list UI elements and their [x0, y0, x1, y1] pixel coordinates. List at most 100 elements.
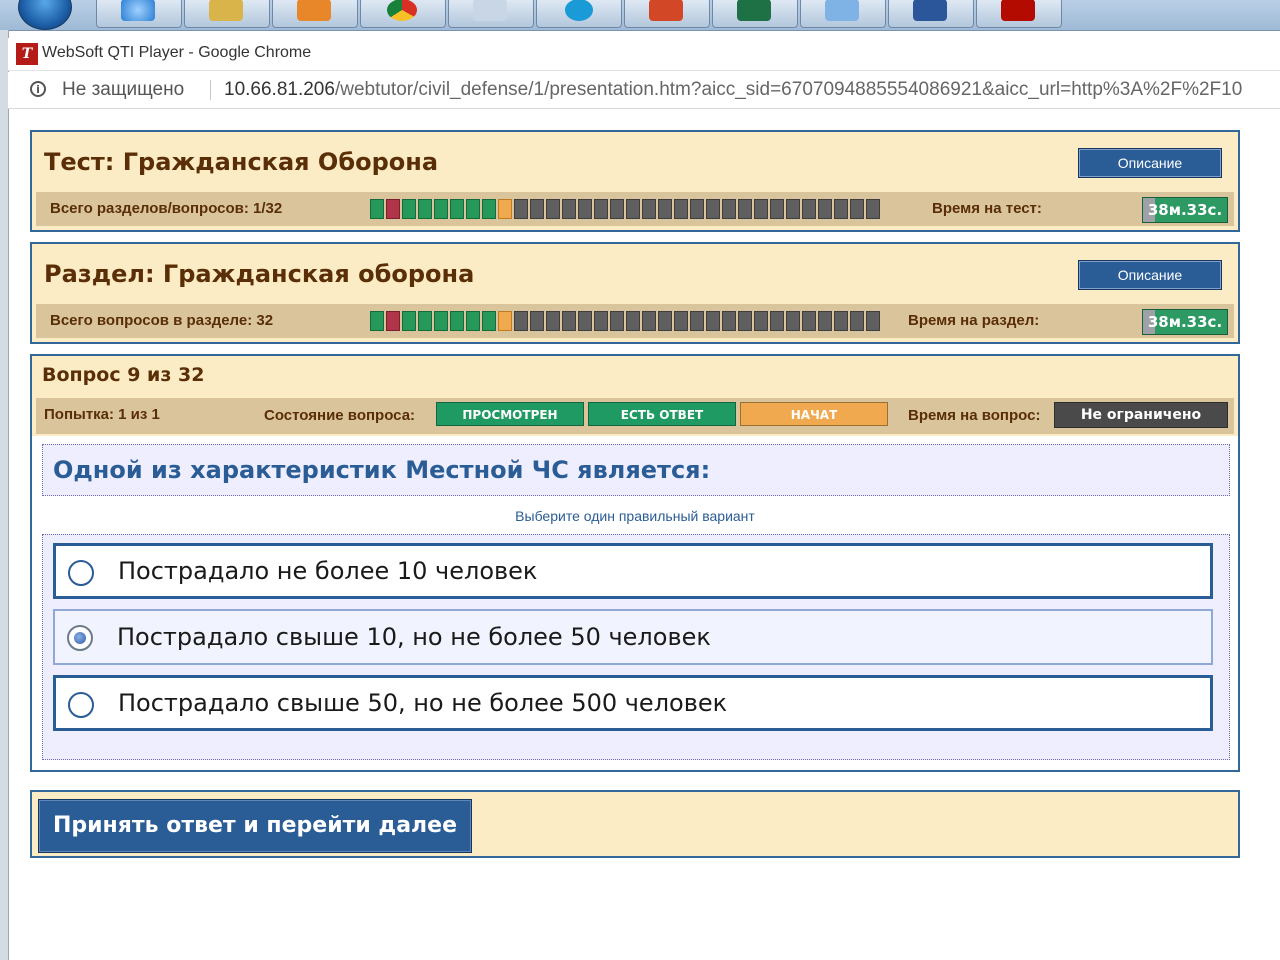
progress-segment-green	[466, 199, 480, 219]
chrome-icon	[387, 0, 417, 21]
ie-icon	[121, 0, 155, 21]
state-label: Состояние вопроса:	[264, 407, 416, 424]
security-label[interactable]: Не защищено	[62, 79, 184, 101]
progress-segment-gray	[690, 199, 704, 219]
badge-started: НАЧАТ	[740, 402, 888, 426]
section-description-button[interactable]: Описание	[1078, 260, 1222, 290]
address-bar[interactable]: i Не защищено 10.66.81.206/webtutor/civi…	[8, 72, 1280, 109]
progress-segment-gray	[530, 311, 544, 331]
test-time-value: 38м.33с.	[1142, 197, 1228, 223]
progress-segment-gray	[706, 311, 720, 331]
progress-segment-gray	[722, 311, 736, 331]
progress-segment-green	[418, 311, 432, 331]
progress-segment-gray	[674, 311, 688, 331]
taskbar-acrobat[interactable]	[976, 0, 1062, 28]
progress-segment-gray	[626, 311, 640, 331]
progress-segment-gray	[834, 311, 848, 331]
test-description-button[interactable]: Описание	[1078, 148, 1222, 178]
test-counter: Всего разделов/вопросов: 1/32	[50, 200, 283, 217]
address-separator	[210, 80, 211, 100]
progress-segment-gray	[754, 199, 768, 219]
radio-unchecked-icon[interactable]	[68, 692, 94, 718]
taskbar-excel[interactable]	[712, 0, 798, 28]
word-icon	[913, 0, 947, 21]
question-time-value: Не ограничено	[1054, 402, 1228, 428]
progress-segment-gray	[514, 199, 528, 219]
progress-segment-gray	[674, 199, 688, 219]
section-time-value: 38м.33с.	[1142, 309, 1228, 335]
question-text-box: Одной из характеристик Местной ЧС являет…	[42, 444, 1230, 496]
taskbar-explorer[interactable]	[184, 0, 270, 28]
section-title: Раздел: Гражданская оборона	[44, 260, 475, 288]
start-button[interactable]	[18, 0, 72, 30]
progress-segment-green	[434, 199, 448, 219]
progress-segment-gray	[786, 311, 800, 331]
taskbar-snipping[interactable]	[448, 0, 534, 28]
progress-segment-gray	[530, 199, 544, 219]
progress-segment-gray	[642, 199, 656, 219]
progress-segment-green	[370, 311, 384, 331]
radio-unchecked-icon[interactable]	[68, 560, 94, 586]
progress-segment-gray	[802, 311, 816, 331]
answer-option-2[interactable]: Пострадало свыше 10, но не более 50 чело…	[53, 609, 1213, 665]
section-info-strip: Всего вопросов в разделе: 32 Время на ра…	[36, 304, 1234, 338]
progress-segment-gray	[786, 199, 800, 219]
taskbar-skype[interactable]	[536, 0, 622, 28]
progress-segment-gray	[866, 311, 880, 331]
progress-segment-gray	[770, 199, 784, 219]
progress-segment-green	[418, 199, 432, 219]
progress-segment-gray	[850, 311, 864, 331]
progress-segment-gray	[706, 199, 720, 219]
test-title: Тест: Гражданская Оборона	[44, 148, 439, 176]
taskbar-word[interactable]	[888, 0, 974, 28]
radio-checked-icon[interactable]	[67, 625, 93, 651]
test-progress-bar	[370, 199, 880, 219]
progress-segment-gray	[626, 199, 640, 219]
progress-segment-gray	[722, 199, 736, 219]
badge-viewed: ПРОСМОТРЕН	[436, 402, 584, 426]
progress-segment-gray	[562, 199, 576, 219]
progress-segment-gray	[562, 311, 576, 331]
progress-segment-gray	[738, 311, 752, 331]
badge-answered: ЕСТЬ ОТВЕТ	[588, 402, 736, 426]
progress-segment-gray	[754, 311, 768, 331]
explorer-icon	[209, 0, 243, 21]
taskbar-ie[interactable]	[96, 0, 182, 28]
progress-segment-gray	[594, 311, 608, 331]
attempt-label: Попытка: 1 из 1	[44, 406, 160, 423]
progress-segment-gray	[658, 311, 672, 331]
taskbar-outlook[interactable]	[272, 0, 358, 28]
progress-segment-gray	[546, 199, 560, 219]
taskbar-paint[interactable]	[800, 0, 886, 28]
progress-segment-gray	[642, 311, 656, 331]
skype-icon	[565, 0, 593, 21]
question-body: Одной из характеристик Местной ЧС являет…	[30, 436, 1240, 772]
test-panel: Тест: Гражданская Оборона Описание Всего…	[30, 130, 1240, 232]
progress-segment-gray	[578, 199, 592, 219]
progress-segment-gray	[738, 199, 752, 219]
paint-icon	[825, 0, 859, 21]
answer-option-3[interactable]: Пострадало свыше 50, но не более 500 чел…	[53, 675, 1213, 731]
progress-segment-green	[434, 311, 448, 331]
progress-segment-green	[402, 311, 416, 331]
progress-segment-red	[386, 311, 400, 331]
question-text: Одной из характеристик Местной ЧС являет…	[53, 456, 711, 484]
url-text[interactable]: 10.66.81.206/webtutor/civil_defense/1/pr…	[224, 79, 1242, 101]
progress-segment-gray	[802, 199, 816, 219]
taskbar-chrome[interactable]	[360, 0, 446, 28]
taskbar-powerpoint[interactable]	[624, 0, 710, 28]
progress-segment-gray	[658, 199, 672, 219]
progress-segment-gray	[690, 311, 704, 331]
answer-option-1[interactable]: Пострадало не более 10 человек	[53, 543, 1213, 599]
question-state-strip: Попытка: 1 из 1 Состояние вопроса: ПРОСМ…	[36, 398, 1234, 434]
question-number: Вопрос 9 из 32	[42, 364, 205, 386]
info-icon[interactable]: i	[30, 81, 46, 97]
window-title: WebSoft QTI Player - Google Chrome	[42, 44, 312, 61]
progress-segment-green	[370, 199, 384, 219]
section-panel: Раздел: Гражданская оборона Описание Все…	[30, 242, 1240, 344]
url-path: /webtutor/civil_defense/1/presentation.h…	[334, 79, 1243, 100]
powerpoint-icon	[649, 0, 683, 21]
section-progress-bar	[370, 311, 880, 331]
submit-answer-button[interactable]: Принять ответ и перейти далее	[38, 799, 472, 853]
progress-segment-green	[402, 199, 416, 219]
